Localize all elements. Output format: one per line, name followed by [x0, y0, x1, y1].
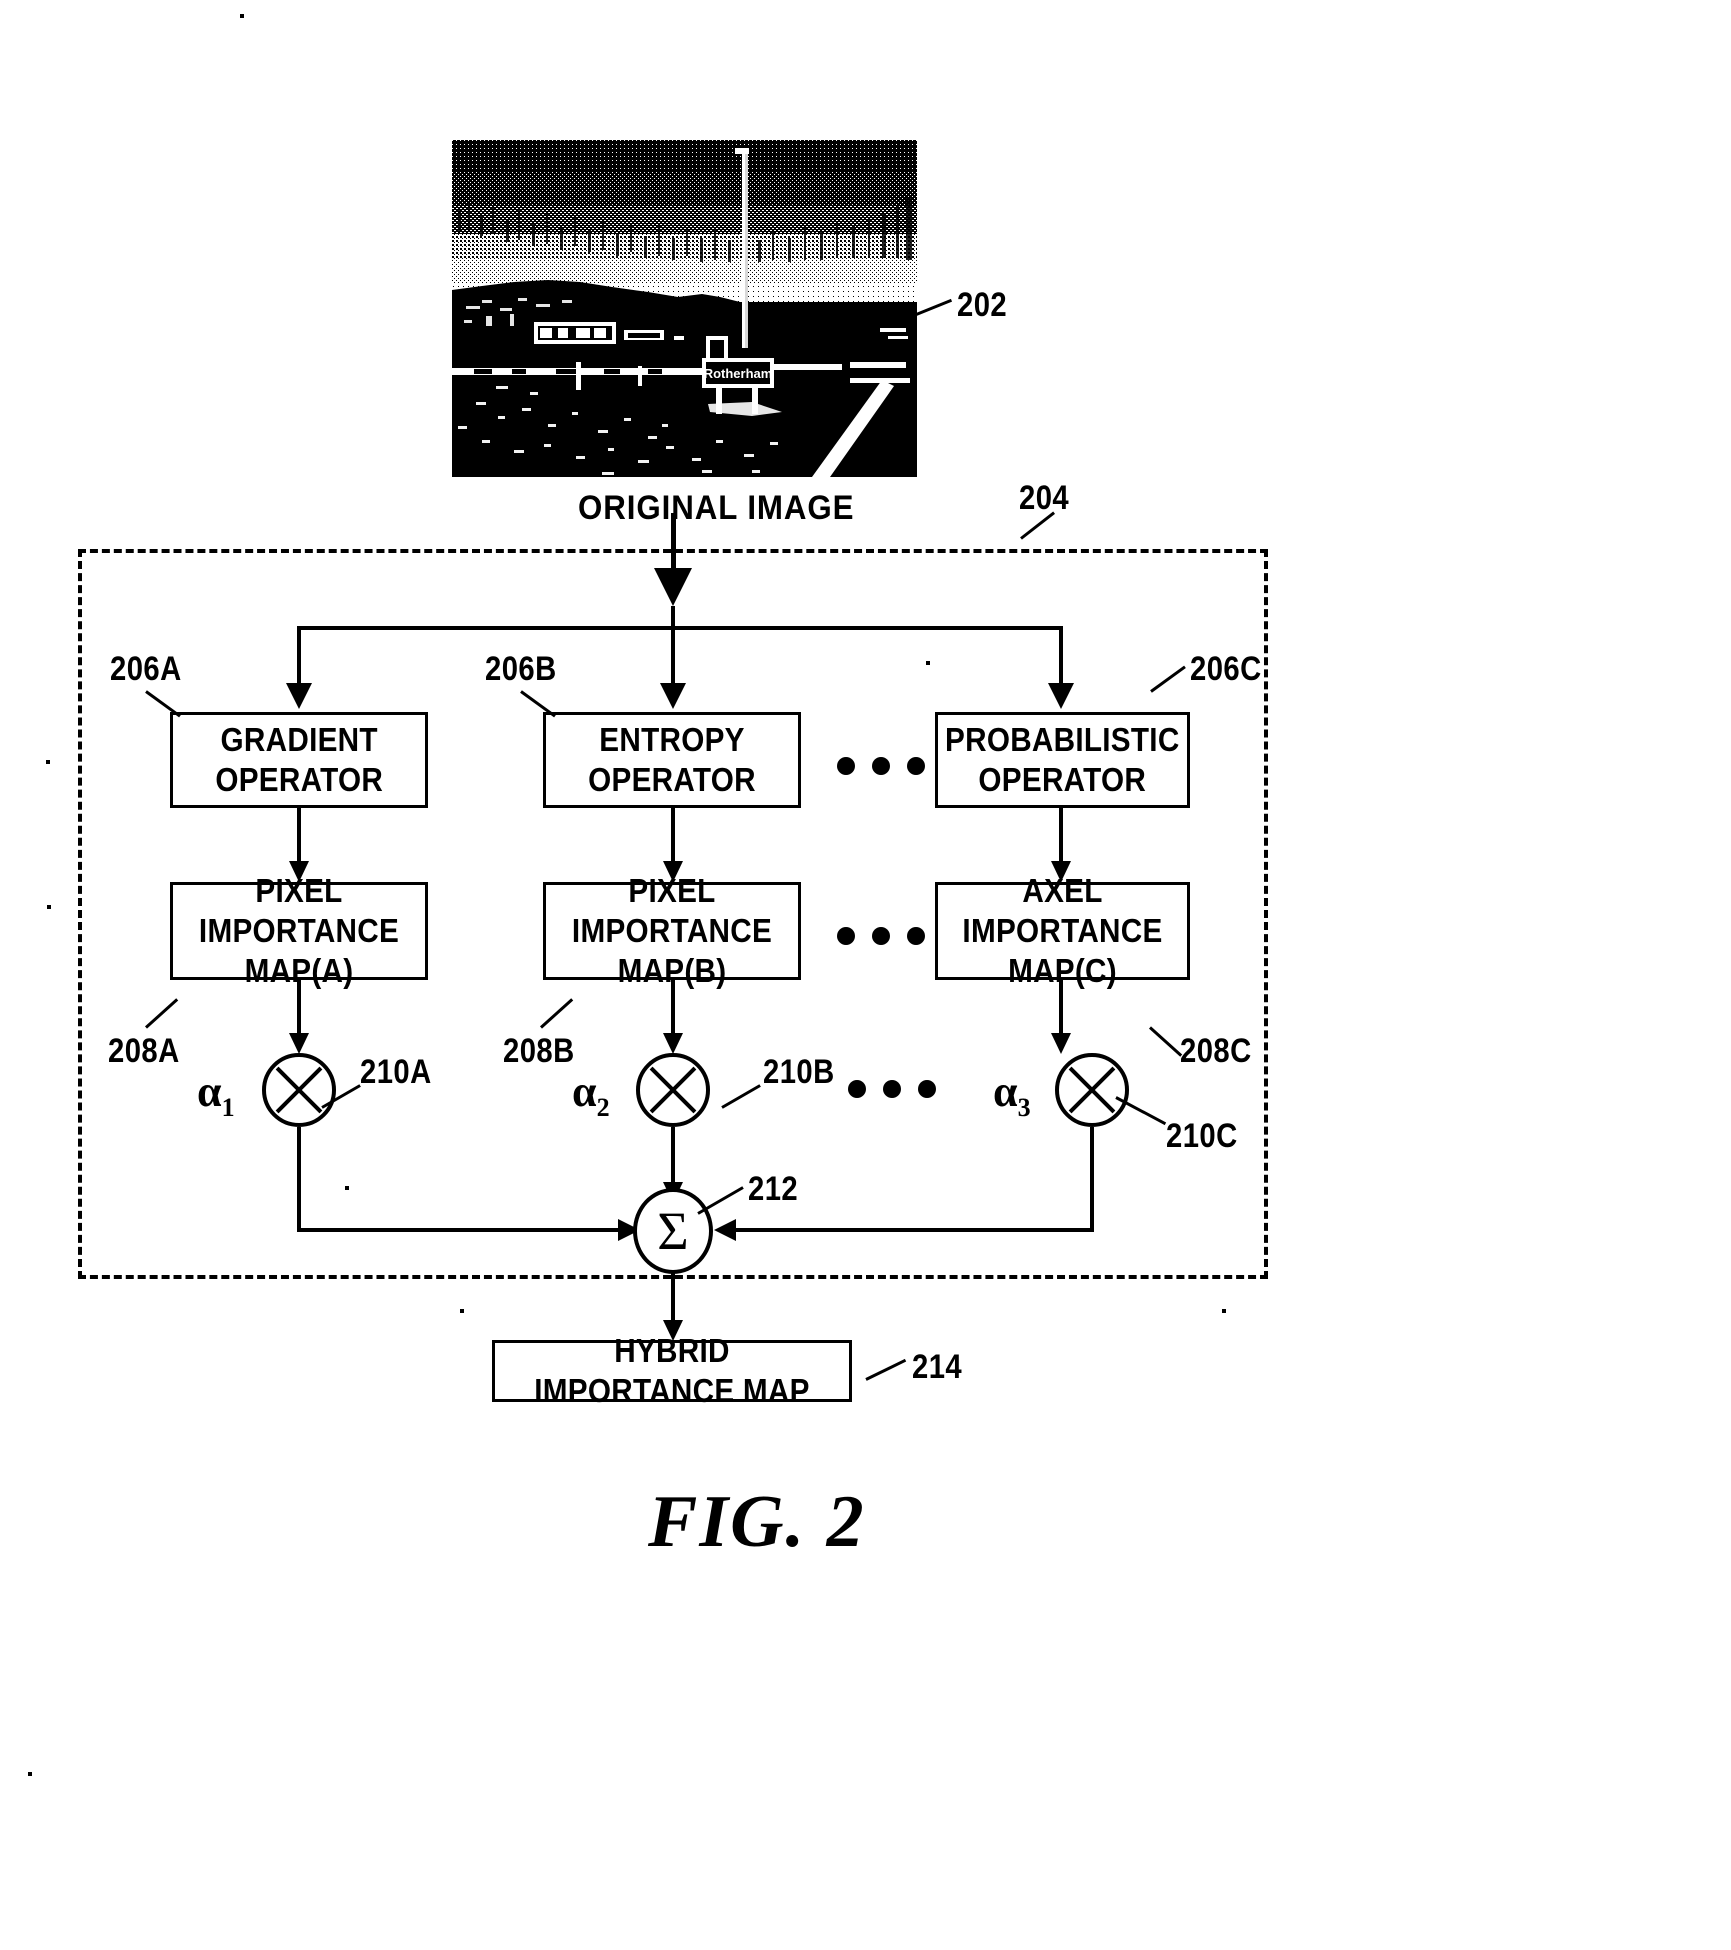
connector-arrow-c2 [1051, 1033, 1071, 1054]
photo-sign-text: Rotherham [704, 366, 773, 381]
ref-210C: 210C [1166, 1117, 1238, 1155]
connector-arrow-a2 [289, 1033, 309, 1054]
ellipsis-dot [883, 1080, 901, 1098]
ellipsis-multipliers [848, 1080, 936, 1098]
scan-speck [47, 905, 51, 909]
branch-arrow-c [1048, 683, 1074, 709]
original-image-caption: ORIGINAL IMAGE [578, 489, 855, 527]
ref-206A: 206A [110, 650, 182, 688]
scan-speck [460, 1309, 464, 1313]
connector-c-map-to-mult [1059, 980, 1063, 1038]
scan-speck [46, 760, 50, 764]
ellipsis-dot [848, 1080, 866, 1098]
bus-horizontal [297, 626, 1062, 630]
probabilistic-operator-box[interactable]: PROBABILISTIC OPERATOR [935, 712, 1190, 808]
ellipsis-dot [872, 927, 890, 945]
ref-208A: 208A [108, 1032, 180, 1070]
leader-214 [865, 1358, 907, 1381]
alpha-coefficient-3: α3 [993, 1066, 1031, 1123]
alpha-symbol-3: α [993, 1067, 1018, 1116]
alpha-coefficient-2: α2 [572, 1066, 610, 1123]
alpha-symbol-1: α [197, 1067, 222, 1116]
probabilistic-operator-label: PROBABILISTIC OPERATOR [945, 720, 1180, 798]
scan-speck [345, 1186, 349, 1190]
figure-label: FIG. 2 [648, 1481, 866, 1563]
ref-206B: 206B [485, 650, 557, 688]
branch-arrow-a [286, 683, 312, 709]
ellipsis-dot [837, 927, 855, 945]
scan-speck [1222, 1309, 1226, 1313]
ref-214: 214 [912, 1348, 963, 1386]
input-flow-line [671, 513, 676, 576]
hybrid-importance-map-label: HYBRID IMPORTANCE MAP [534, 1331, 810, 1409]
ref-202: 202 [957, 286, 1008, 324]
sigma-symbol: Σ [657, 1201, 689, 1261]
route-c-arrowhead [714, 1219, 736, 1241]
hybrid-importance-map-box[interactable]: HYBRID IMPORTANCE MAP [492, 1332, 852, 1409]
alpha-subscript-1: 1 [221, 1092, 235, 1122]
multiplier-node-b[interactable] [636, 1053, 710, 1127]
ellipsis-maps [837, 927, 925, 945]
branch-arrow-b [660, 683, 686, 709]
scan-speck [28, 1772, 32, 1776]
ellipsis-operators [837, 757, 925, 775]
figure-sheet: Rotherham 202 ORIGINAL IMAGE 204 GRADIEN… [0, 0, 1731, 1950]
pixel-importance-map-b-box[interactable]: PIXEL IMPORTANCE MAP(B) [543, 872, 801, 989]
route-c-down [1090, 1127, 1094, 1230]
branch-line-b [671, 626, 675, 688]
ref-206C: 206C [1190, 650, 1262, 688]
ellipsis-dot [907, 757, 925, 775]
connector-b-op-to-map [671, 808, 675, 866]
ref-204: 204 [1019, 479, 1070, 517]
ref-208C: 208C [1180, 1032, 1252, 1070]
original-image-photo: Rotherham [452, 140, 917, 477]
connector-b-map-to-mult [671, 980, 675, 1038]
output-flow-line [671, 1273, 675, 1327]
scan-speck [240, 14, 244, 18]
axel-importance-map-c-box[interactable]: AXEL IMPORTANCE MAP(C) [935, 872, 1190, 989]
alpha-subscript-2: 2 [596, 1092, 610, 1122]
ellipsis-dot [872, 757, 890, 775]
connector-arrow-b2 [663, 1033, 683, 1054]
connector-c-op-to-map [1059, 808, 1063, 866]
alpha-symbol-2: α [572, 1067, 597, 1116]
route-b-down [671, 1127, 675, 1190]
route-a-down [297, 1127, 301, 1230]
input-flow-arrowhead [654, 568, 692, 606]
ref-212: 212 [748, 1170, 799, 1208]
pixel-importance-map-a-box[interactable]: PIXEL IMPORTANCE MAP(A) [170, 872, 428, 989]
ref-210B: 210B [763, 1053, 835, 1091]
route-a-right [297, 1228, 627, 1232]
multiplier-node-a[interactable] [262, 1053, 336, 1127]
ellipsis-dot [907, 927, 925, 945]
ref-208B: 208B [503, 1032, 575, 1070]
ref-210A: 210A [360, 1053, 432, 1091]
connector-a-op-to-map [297, 808, 301, 866]
axel-importance-map-c-label: AXEL IMPORTANCE MAP(C) [962, 871, 1163, 990]
branch-line-a [297, 626, 301, 688]
ellipsis-dot [918, 1080, 936, 1098]
alpha-subscript-3: 3 [1017, 1092, 1031, 1122]
ellipsis-dot [837, 757, 855, 775]
summation-node[interactable]: Σ [633, 1188, 713, 1274]
gradient-operator-box[interactable]: GRADIENT OPERATOR [170, 712, 428, 808]
route-c-left [718, 1228, 1094, 1232]
entropy-operator-label: ENTROPY OPERATOR [588, 720, 756, 798]
alpha-coefficient-1: α1 [197, 1066, 235, 1123]
multiplier-node-c[interactable] [1055, 1053, 1129, 1127]
gradient-operator-label: GRADIENT OPERATOR [215, 720, 383, 798]
pixel-importance-map-a-label: PIXEL IMPORTANCE MAP(A) [198, 871, 400, 990]
branch-line-c [1059, 626, 1063, 688]
scan-speck [926, 661, 930, 665]
pixel-importance-map-b-label: PIXEL IMPORTANCE MAP(B) [571, 871, 773, 990]
connector-a-map-to-mult [297, 980, 301, 1038]
entropy-operator-box[interactable]: ENTROPY OPERATOR [543, 712, 801, 808]
